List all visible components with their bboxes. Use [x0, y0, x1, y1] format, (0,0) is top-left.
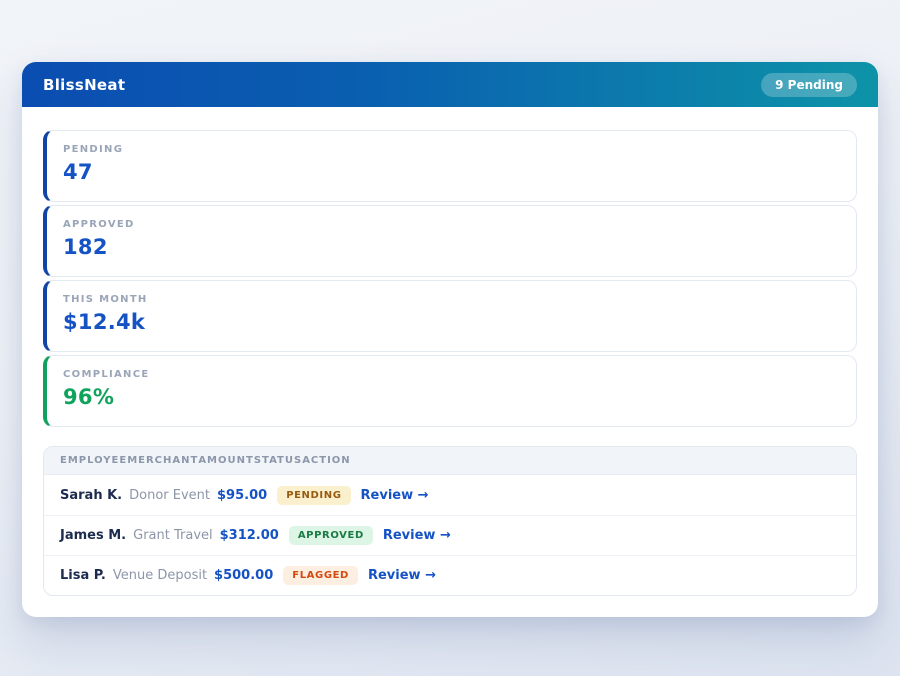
status-badge: FLAGGED	[283, 566, 358, 585]
stat-value: 47	[63, 160, 840, 184]
table-row: Lisa P. Venue Deposit $500.00 FLAGGED Re…	[44, 555, 856, 595]
stat-label: COMPLIANCE	[63, 369, 840, 380]
table-header-row: EMPLOYEEMERCHANTAMOUNTSTATUSACTION	[44, 447, 856, 475]
app-header: BlissNeat 9 Pending	[22, 62, 878, 107]
stat-card-compliance: COMPLIANCE 96%	[43, 355, 857, 427]
amount-value: $312.00	[220, 528, 279, 543]
review-link[interactable]: Review →	[383, 528, 451, 543]
review-link[interactable]: Review →	[361, 488, 429, 503]
table-row: Sarah K. Donor Event $95.00 PENDING Revi…	[44, 475, 856, 515]
stat-card-approved: APPROVED 182	[43, 205, 857, 277]
column-header-status: STATUS	[254, 455, 302, 466]
status-badge: APPROVED	[289, 526, 373, 545]
status-badge: PENDING	[277, 486, 350, 505]
stat-label: PENDING	[63, 144, 840, 155]
stat-label: APPROVED	[63, 219, 840, 230]
column-header-employee: EMPLOYEE	[60, 455, 127, 466]
employee-name: Sarah K.	[60, 488, 122, 503]
amount-value: $500.00	[214, 568, 273, 583]
expenses-table: EMPLOYEEMERCHANTAMOUNTSTATUSACTION Sarah…	[43, 446, 857, 596]
employee-name: Lisa P.	[60, 568, 106, 583]
merchant-name: Venue Deposit	[113, 568, 207, 583]
pending-count-badge: 9 Pending	[761, 73, 857, 97]
table-row: James M. Grant Travel $312.00 APPROVED R…	[44, 515, 856, 555]
merchant-name: Donor Event	[129, 488, 210, 503]
stat-value: 182	[63, 235, 840, 259]
merchant-name: Grant Travel	[133, 528, 213, 543]
stat-card-pending: PENDING 47	[43, 130, 857, 202]
column-header-merchant: MERCHANT	[127, 455, 198, 466]
dashboard-panel: BlissNeat 9 Pending PENDING 47 APPROVED …	[22, 62, 878, 617]
panel-content: PENDING 47 APPROVED 182 THIS MONTH $12.4…	[22, 107, 878, 617]
stat-value: $12.4k	[63, 310, 840, 334]
app-title: BlissNeat	[43, 76, 125, 94]
column-header-amount: AMOUNT	[198, 455, 254, 466]
review-link[interactable]: Review →	[368, 568, 436, 583]
amount-value: $95.00	[217, 488, 267, 503]
stat-card-this-month: THIS MONTH $12.4k	[43, 280, 857, 352]
stat-label: THIS MONTH	[63, 294, 840, 305]
column-header-action: ACTION	[302, 455, 351, 466]
stat-value: 96%	[63, 385, 840, 409]
employee-name: James M.	[60, 528, 126, 543]
